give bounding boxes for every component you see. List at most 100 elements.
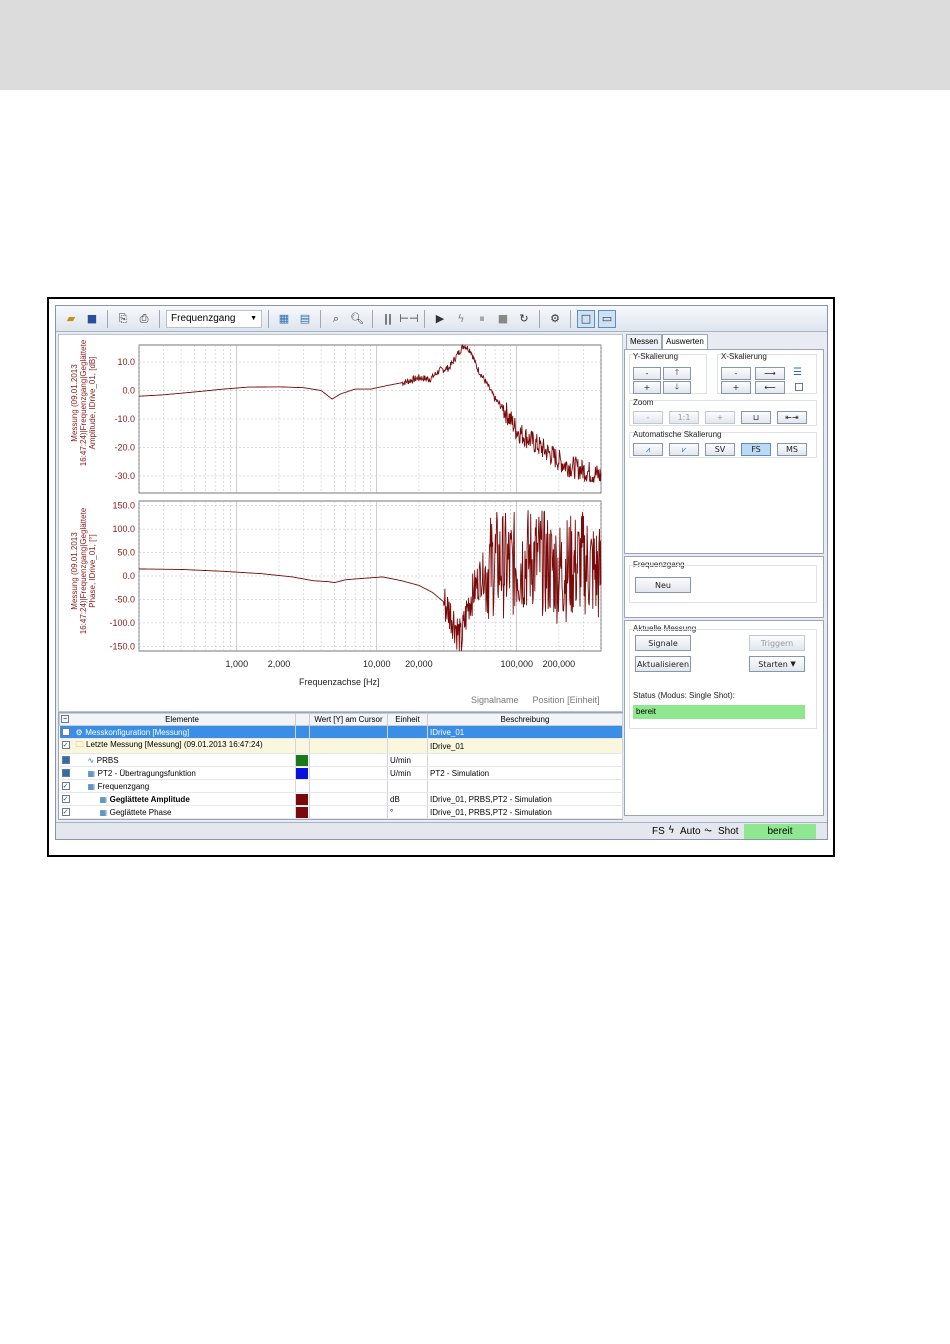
row-color-cell[interactable] — [295, 805, 310, 819]
table-row[interactable]: ▦ PT2 - Übertragungsfunktion U/min PT2 - S… — [59, 766, 623, 780]
row-color-cell[interactable] — [295, 792, 310, 806]
auto-scale-y-button[interactable]: ⩘ — [633, 443, 663, 456]
row-element-cell[interactable]: ✓ 🗀 Letzte Messung [Messung] (09.01.2013 … — [59, 738, 296, 754]
x-scaling-label: X-Skalierung — [721, 352, 767, 361]
zoom-area-icon[interactable]: ⌕ — [327, 310, 345, 328]
zoom-reset-button[interactable]: 1:1 — [669, 411, 699, 424]
x-scale-plus-button[interactable]: + — [721, 381, 751, 394]
status-auto: Auto — [680, 826, 701, 837]
auto-scale-ms-button[interactable]: MS — [777, 443, 807, 456]
x-scale-left-button[interactable]: ⟵ — [755, 381, 785, 394]
view-combo[interactable]: Frequenzgang ▼ — [166, 309, 262, 328]
tab-messen[interactable]: Messen — [626, 334, 663, 349]
x-tick-label: 200,000 — [543, 659, 576, 669]
row-color-cell[interactable] — [295, 766, 310, 780]
row-element-cell[interactable]: ✓ ▦ Geglättete Phase — [59, 805, 296, 819]
aktualisieren-button[interactable]: Aktualisieren — [635, 656, 691, 672]
zoom-fit-icon: ⊔ — [752, 413, 760, 422]
layout-single-icon[interactable]: □ — [577, 309, 595, 328]
auto-scale-x-button[interactable]: ⩗ — [669, 443, 699, 456]
color-swatch[interactable] — [296, 754, 308, 766]
auto-scale-fs-button[interactable]: FS — [741, 443, 771, 456]
zoom-range-button[interactable]: ⇤⇥ — [777, 411, 807, 424]
row-color-cell[interactable] — [295, 779, 310, 793]
color-swatch[interactable] — [296, 767, 308, 779]
row-element-cell[interactable]: ✓ ▦ Geglättete Amplitude — [59, 792, 296, 806]
row-color-cell[interactable] — [295, 738, 310, 754]
row-color-cell[interactable] — [295, 725, 310, 739]
signale-button[interactable]: Signale — [635, 635, 691, 651]
row-element-cell[interactable]: ✓ ▦ Frequenzgang — [59, 779, 296, 793]
triggern-button[interactable]: Triggern — [749, 635, 805, 651]
y-tick-label: 150.0 — [112, 501, 135, 511]
phase-plot[interactable]: 150.0 100.0 50.0 0.0 -50.0 -100.0 -150.0 — [109, 500, 602, 652]
print-icon[interactable]: ⎙ — [135, 310, 153, 328]
layout-menu-icon[interactable]: ▤ — [296, 310, 314, 328]
column-header-elemente[interactable]: − Elemente — [59, 713, 296, 726]
row-element-cell[interactable]: ▦ PT2 - Übertragungsfunktion — [59, 766, 296, 780]
zoom-fit-button[interactable]: ⊔ — [741, 411, 771, 424]
collapse-all-icon[interactable]: − — [61, 715, 69, 723]
row-description-cell: PT2 - Simulation — [427, 766, 623, 780]
table-row[interactable]: ⚙ Messkonfiguration [Messung] IDrive_01 — [59, 725, 623, 739]
row-checkbox[interactable] — [61, 728, 70, 737]
y-scale-minus-button[interactable]: - — [633, 367, 661, 380]
save-icon[interactable]: ■ — [83, 310, 101, 328]
row-checkbox[interactable]: ✓ — [61, 795, 70, 804]
row-name: Geglättete Amplitude — [109, 794, 190, 804]
starten-button[interactable]: Starten ▼ — [749, 656, 805, 672]
color-swatch[interactable] — [296, 806, 308, 818]
table-row[interactable]: ✓ ▦ Frequenzgang — [59, 779, 623, 793]
color-swatch[interactable] — [296, 793, 308, 805]
y-scale-plus-button[interactable]: + — [633, 381, 661, 394]
frequency-response-chart[interactable]: 10.0 0.0 -10.0 -20.0 -30.0 150.0 100.0 50.0 0.0… — [59, 335, 622, 711]
row-element-cell[interactable]: ⚙ Messkonfiguration [Messung] — [59, 725, 296, 739]
y-scale-down-button[interactable]: 🡓 — [663, 381, 691, 394]
zoom-in-button[interactable]: + — [705, 411, 735, 424]
row-checkbox[interactable]: ✓ — [61, 740, 70, 749]
x-scale-checkbox[interactable] — [795, 383, 803, 391]
y-scale-up-button[interactable]: 🡑 — [663, 367, 691, 380]
row-element-cell[interactable]: ∿ PRBS — [59, 753, 296, 767]
y-tick-label: 0.0 — [122, 571, 135, 581]
amplitude-plot[interactable]: 10.0 0.0 -10.0 -20.0 -30.0 — [114, 343, 602, 494]
zoom-icon[interactable]: 🔍︎ — [348, 310, 366, 328]
row-unit-cell: U/min — [387, 753, 428, 767]
tab-auswerten[interactable]: Auswerten — [662, 334, 708, 350]
zoom-out-button[interactable]: - — [633, 411, 663, 424]
play-icon[interactable]: ▶ — [431, 310, 449, 328]
column-header-wert[interactable]: Wert [Y] am Cursor — [309, 713, 388, 726]
table-row[interactable]: ✓ 🗀 Letzte Messung [Messung] (09.01.2013 … — [59, 738, 623, 754]
layout-split-icon[interactable]: ▭ — [598, 309, 616, 328]
row-checkbox[interactable] — [61, 756, 70, 765]
neu-button[interactable]: Neu — [635, 577, 691, 593]
table-icon[interactable]: ▦ — [275, 310, 293, 328]
export-icon[interactable]: ⎘ — [114, 310, 132, 328]
toolbar-separator — [268, 309, 269, 328]
trigger-icon[interactable]: ϟ — [452, 310, 470, 328]
open-folder-icon[interactable]: ▰ — [62, 310, 80, 328]
row-checkbox[interactable]: ✓ — [61, 782, 70, 791]
frequenzgang-panel: Frequenzgang Neu — [624, 556, 824, 618]
list-icon[interactable]: ☰ — [793, 367, 802, 378]
table-row[interactable]: ∿ PRBS U/min — [59, 753, 623, 767]
signal-icon: ∿ — [87, 755, 97, 765]
gear-icon[interactable]: ⚙ — [546, 310, 564, 328]
auto-scale-sv-button[interactable]: SV — [705, 443, 735, 456]
row-checkbox[interactable]: ✓ — [61, 808, 70, 817]
x-scale-minus-button[interactable]: - — [721, 367, 751, 380]
toolbar-separator — [424, 309, 425, 328]
row-color-cell[interactable] — [295, 753, 310, 767]
table-row[interactable]: ✓ ▦ Geglättete Phase ° IDrive_01, PRBS,PT2 … — [59, 805, 623, 819]
row-checkbox[interactable] — [61, 769, 70, 778]
stop-icon[interactable]: ■ — [494, 310, 512, 328]
column-header-einheit[interactable]: Einheit — [387, 713, 428, 726]
y-tick-label: -50.0 — [114, 594, 135, 604]
cursor-delta-icon[interactable]: ⊢⊣ — [399, 310, 418, 328]
refresh-icon[interactable]: ↻ — [515, 310, 533, 328]
table-row[interactable]: ✓ ▦ Geglättete Amplitude dB IDrive_01, PRBS… — [59, 792, 623, 806]
column-header-beschreibung[interactable]: Beschreibung — [427, 713, 623, 726]
cursor-icon[interactable]: || — [379, 310, 397, 328]
pause-icon[interactable]: ⏸ — [473, 310, 491, 328]
x-scale-right-button[interactable]: ⟶ — [755, 367, 785, 380]
